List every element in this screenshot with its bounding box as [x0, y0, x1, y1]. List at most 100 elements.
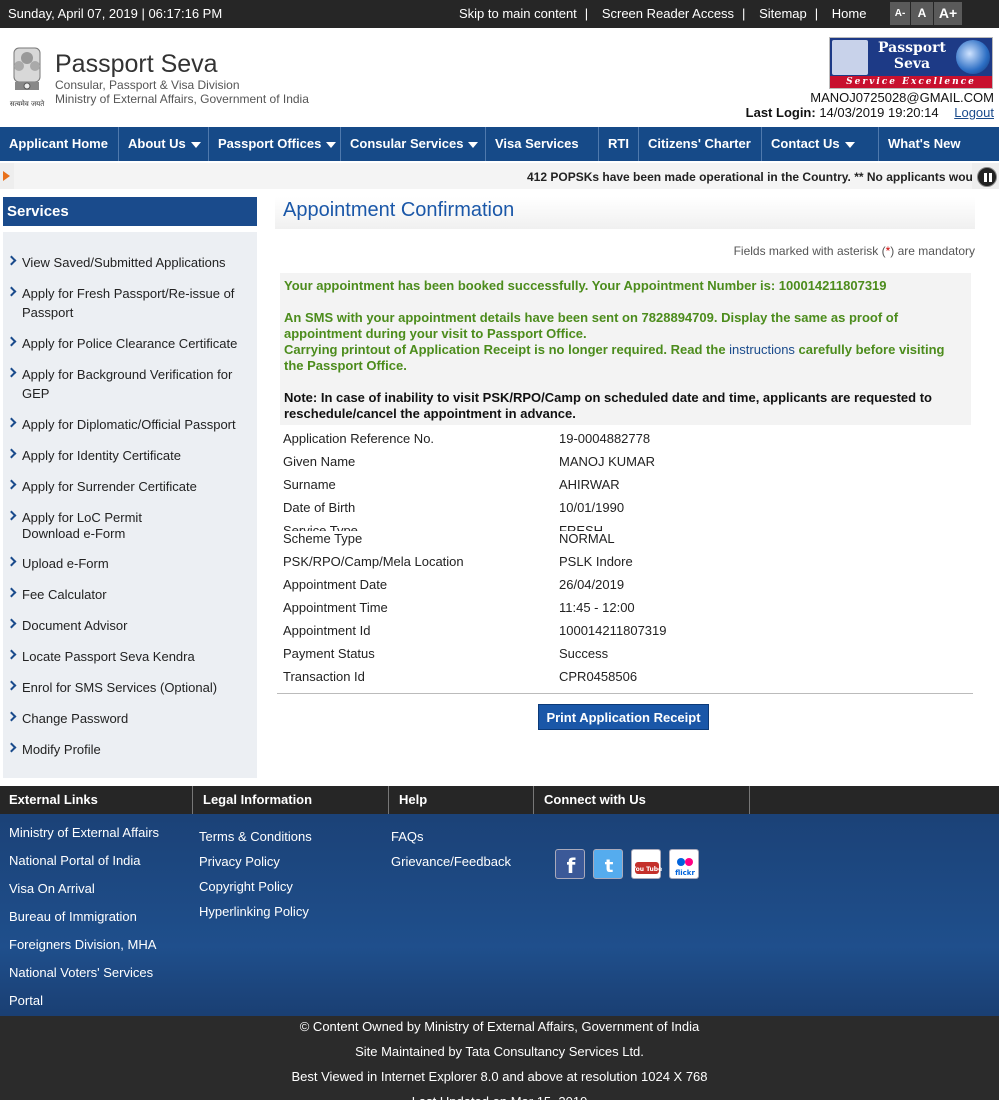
footer-link-copyright[interactable]: Copyright Policy	[199, 879, 293, 894]
nav-applicant-home[interactable]: Applicant Home	[0, 127, 119, 161]
sidebar-item-locate-psk[interactable]: Locate Passport Seva Kendra	[6, 647, 256, 666]
sidebar-item-change-password[interactable]: Change Password	[6, 709, 256, 728]
footer-heading-legal: Legal Information	[194, 786, 389, 814]
nav-about-us[interactable]: About Us	[119, 127, 209, 161]
logout-link[interactable]: Logout	[954, 105, 994, 120]
footer-link-terms[interactable]: Terms & Conditions	[199, 829, 312, 844]
chevron-right-icon	[6, 367, 17, 378]
footer-link-privacy[interactable]: Privacy Policy	[199, 854, 280, 869]
ticker-text[interactable]: 412 POPSKs have been made operational in…	[527, 170, 972, 184]
sidebar-item-diplomatic-passport[interactable]: Apply for Diplomatic/Official Passport	[6, 415, 256, 434]
sidebar-item-fresh-passport[interactable]: Apply for Fresh Passport/Re-issue of Pas…	[6, 284, 256, 322]
detail-value: 100014211807319	[559, 623, 667, 638]
print-application-receipt-button[interactable]: Print Application Receipt	[538, 704, 709, 730]
youtube-glyph: You Tube	[632, 866, 662, 873]
detail-label: Appointment Time	[283, 600, 388, 615]
footer-link-visa-on-arrival[interactable]: Visa On Arrival	[9, 881, 95, 896]
footer: External Links Legal Information Help Co…	[0, 786, 999, 1016]
site-subtitle-division: Consular, Passport & Visa Division	[55, 78, 240, 92]
footer-heading-connect: Connect with Us	[535, 786, 750, 814]
detail-value: AHIRWAR	[559, 477, 620, 492]
sidebar-item-view-saved[interactable]: View Saved/Submitted Applications	[6, 253, 256, 272]
date-time: Sunday, April 07, 2019 | 06:17:16 PM	[8, 6, 223, 21]
facebook-icon[interactable]: f	[555, 849, 585, 879]
footer-link-portal[interactable]: Portal	[9, 993, 43, 1008]
instructions-link[interactable]: instructions	[729, 342, 795, 357]
footer-link-foreigners-division[interactable]: Foreigners Division, MHA	[9, 937, 156, 952]
footer-heading-external-links: External Links	[0, 786, 193, 814]
nav-passport-offices[interactable]: Passport Offices	[209, 127, 341, 161]
flickr-glyph: flickr	[675, 869, 695, 877]
detail-value: MANOJ KUMAR	[559, 454, 656, 469]
chevron-right-icon	[6, 417, 17, 428]
chevron-down-icon	[326, 141, 337, 148]
nav-whats-new[interactable]: What's New	[879, 127, 999, 161]
passport-seva-logo[interactable]: Passport Seva Service Excellence	[829, 37, 993, 89]
site-maintained-text: Site Maintained by Tata Consultancy Serv…	[355, 1044, 644, 1059]
nav-rti[interactable]: RTI	[599, 127, 639, 161]
youtube-icon[interactable]: You Tube	[631, 849, 662, 879]
page-title: Appointment Confirmation	[283, 199, 515, 221]
sitemap-link[interactable]: Sitemap	[759, 6, 807, 21]
sidebar-item-surrender-certificate[interactable]: Apply for Surrender Certificate	[6, 477, 256, 496]
detail-value: NORMAL	[559, 531, 615, 546]
font-decrease-button[interactable]: A-	[890, 2, 910, 25]
footer-link-national-portal[interactable]: National Portal of India	[9, 853, 141, 868]
sidebar-item-fee-calculator[interactable]: Fee Calculator	[6, 585, 256, 604]
reschedule-note: Note: In case of inability to visit PSK/…	[284, 390, 932, 421]
nav-contact-us[interactable]: Contact Us	[762, 127, 879, 161]
sidebar-item-document-advisor[interactable]: Document Advisor	[6, 616, 256, 635]
nav-consular-services[interactable]: Consular Services	[341, 127, 486, 161]
chevron-right-icon	[6, 336, 17, 347]
logo-text: Passport Seva	[878, 40, 946, 72]
detail-label: Scheme Type	[283, 531, 363, 546]
footer-link-mea[interactable]: Ministry of External Affairs	[9, 825, 159, 840]
national-emblem-icon: सत्यमेव जयते	[6, 44, 48, 110]
footer-link-faqs[interactable]: FAQs	[391, 829, 424, 844]
detail-value: CPR0458506	[559, 669, 638, 684]
services-panel: View Saved/Submitted Applications Apply …	[3, 232, 257, 778]
sidebar-item-modify-profile[interactable]: Modify Profile	[6, 740, 256, 759]
last-login-label: Last Login:	[745, 105, 816, 120]
last-login-value: 14/03/2019 19:20:14	[819, 105, 939, 120]
footer-link-bureau-immigration[interactable]: Bureau of Immigration	[9, 909, 137, 924]
twitter-icon[interactable]: t	[593, 849, 623, 879]
screen-reader-access-link[interactable]: Screen Reader Access	[602, 6, 734, 21]
sidebar-item-upload-eform[interactable]: Upload e-Form	[6, 554, 256, 573]
play-icon	[3, 171, 10, 181]
site-subtitle-ministry: Ministry of External Affairs, Government…	[55, 92, 309, 106]
footer-headings: External Links Legal Information Help Co…	[0, 786, 999, 814]
logo-emblem-icon	[832, 40, 868, 75]
chevron-right-icon	[6, 255, 17, 266]
flickr-icon[interactable]: flickr	[669, 849, 699, 879]
sidebar-item-background-verification[interactable]: Apply for Background Verification for GE…	[6, 365, 256, 403]
chevron-down-icon	[844, 141, 855, 148]
detail-label: Appointment Id	[283, 623, 371, 638]
site-title[interactable]: Passport Seva	[55, 50, 218, 79]
last-updated-text: Last Updated on Mar 15, 2019	[411, 1094, 588, 1109]
skip-to-main-link[interactable]: Skip to main content	[459, 6, 577, 21]
pause-icon[interactable]	[977, 167, 997, 187]
nav-visa-services[interactable]: Visa Services	[486, 127, 599, 161]
detail-value: 11:45 - 12:00	[559, 600, 635, 615]
nav-citizens-charter[interactable]: Citizens' Charter	[639, 127, 762, 161]
sidebar-item-identity-certificate[interactable]: Apply for Identity Certificate	[6, 446, 256, 465]
detail-value: PSLK Indore	[559, 554, 633, 569]
sidebar-item-download-eform[interactable]: Download e-Form	[6, 524, 256, 543]
chevron-right-icon	[6, 286, 17, 297]
footer-link-grievance[interactable]: Grievance/Feedback	[391, 854, 511, 869]
sidebar-item-police-clearance[interactable]: Apply for Police Clearance Certificate	[6, 334, 256, 353]
last-login: Last Login: 14/03/2019 19:20:14 Logout	[746, 105, 994, 120]
mandatory-note: Fields marked with asterisk (*) are mand…	[733, 244, 975, 258]
footer-link-hyperlinking[interactable]: Hyperlinking Policy	[199, 904, 309, 919]
sidebar-item-sms-services[interactable]: Enrol for SMS Services (Optional)	[6, 678, 256, 697]
font-increase-button[interactable]: A+	[934, 2, 962, 25]
chevron-right-icon	[6, 448, 17, 459]
font-normal-button[interactable]: A	[911, 2, 933, 25]
detail-label: Application Reference No.	[283, 431, 435, 446]
footer-link-voters-services[interactable]: National Voters' Services	[9, 965, 153, 980]
news-ticker: 412 POPSKs have been made operational in…	[0, 163, 999, 189]
chevron-right-icon	[6, 479, 17, 490]
home-link[interactable]: Home	[832, 6, 867, 21]
top-bar: Sunday, April 07, 2019 | 06:17:16 PM Ski…	[0, 0, 999, 28]
